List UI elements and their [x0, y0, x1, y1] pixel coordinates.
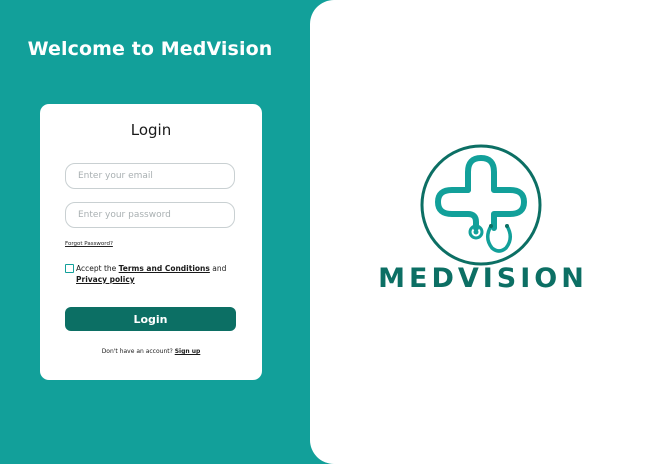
terms-checkbox[interactable]	[65, 264, 74, 273]
brand-name: MEDVISION	[378, 263, 588, 294]
login-button[interactable]: Login	[65, 307, 236, 331]
forgot-password-link[interactable]: Forgot Password?	[65, 241, 113, 247]
terms-and-conditions-link[interactable]: Terms and Conditions	[119, 264, 210, 273]
login-title: Login	[130, 121, 172, 139]
email-field[interactable]	[65, 163, 235, 189]
password-field[interactable]	[65, 202, 235, 228]
signup-row: Don't have an account? Sign up	[40, 348, 262, 355]
brand-panel: MEDVISION	[310, 0, 656, 464]
stethoscope-cross-logo-icon	[420, 144, 542, 266]
signup-prompt: Don't have an account?	[101, 348, 175, 355]
welcome-title: Welcome to MedVision	[27, 38, 273, 60]
terms-prefix: Accept the	[76, 264, 119, 273]
signup-link[interactable]: Sign up	[175, 348, 201, 355]
terms-text: Accept the Terms and Conditions and Priva…	[76, 263, 226, 285]
login-card: Login Forgot Password? Accept the Terms …	[40, 104, 262, 380]
terms-and-text: and	[209, 264, 227, 273]
privacy-policy-link[interactable]: Privacy policy	[76, 275, 135, 284]
